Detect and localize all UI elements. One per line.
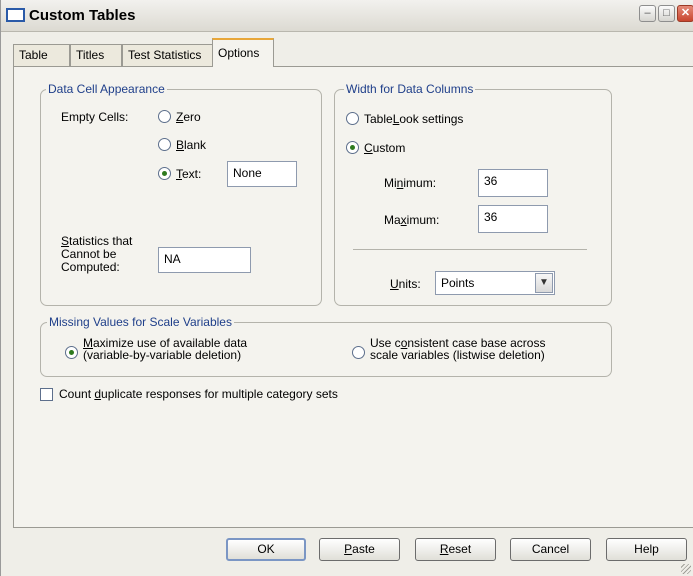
tab-test-statistics[interactable]: Test Statistics bbox=[122, 44, 214, 66]
count-duplicates-label[interactable]: Count duplicate responses for multiple c… bbox=[59, 387, 338, 401]
empty-cells-label: Empty Cells: bbox=[61, 110, 129, 124]
title-bar[interactable]: Custom Tables – □ ✕ bbox=[1, 0, 693, 32]
maximum-label: Maximum: bbox=[384, 213, 440, 227]
blank-radio[interactable] bbox=[158, 138, 171, 151]
options-panel: Data Cell Appearance Empty Cells: Zero B… bbox=[13, 66, 693, 528]
tab-options[interactable]: Options bbox=[212, 38, 274, 67]
statistics-not-computed-label: Statistics that Cannot be Computed: bbox=[61, 234, 133, 274]
reset-button[interactable]: Reset bbox=[415, 538, 496, 561]
missing-values-group: Missing Values for Scale Variables Maxim… bbox=[40, 315, 612, 377]
maximum-width-field[interactable]: 36 bbox=[478, 205, 548, 233]
statistics-not-computed-field[interactable]: NA bbox=[158, 247, 251, 273]
cancel-button[interactable]: Cancel bbox=[510, 538, 591, 561]
text-radio[interactable] bbox=[158, 167, 171, 180]
custom-width-label[interactable]: Custom bbox=[364, 141, 405, 155]
consistent-case-base-label[interactable]: Use consistent case base across scale va… bbox=[370, 337, 545, 361]
tablelook-settings-label[interactable]: TableLook settings bbox=[364, 112, 463, 126]
data-cell-appearance-group: Data Cell Appearance Empty Cells: Zero B… bbox=[40, 82, 322, 306]
ok-button[interactable]: OK bbox=[226, 538, 306, 561]
units-select[interactable]: Points ▼ bbox=[435, 271, 555, 295]
custom-width-radio[interactable] bbox=[346, 141, 359, 154]
resize-grip-icon[interactable] bbox=[681, 564, 691, 574]
consistent-case-base-radio[interactable] bbox=[352, 346, 365, 359]
missing-values-legend: Missing Values for Scale Variables bbox=[47, 315, 234, 329]
width-data-columns-group: Width for Data Columns TableLook setting… bbox=[334, 82, 612, 306]
maximize-data-radio[interactable] bbox=[65, 346, 78, 359]
close-icon[interactable]: ✕ bbox=[677, 5, 693, 22]
maximize-icon[interactable]: □ bbox=[658, 5, 675, 22]
window-icon bbox=[6, 8, 25, 22]
separator bbox=[353, 249, 587, 250]
text-radio-label[interactable]: Text: bbox=[176, 167, 201, 181]
width-data-columns-legend: Width for Data Columns bbox=[344, 82, 476, 96]
minimize-icon[interactable]: – bbox=[639, 5, 656, 22]
zero-radio-label[interactable]: Zero bbox=[176, 110, 201, 124]
empty-cell-text-field[interactable]: None bbox=[227, 161, 297, 187]
blank-radio-label[interactable]: Blank bbox=[176, 138, 206, 152]
tab-table[interactable]: Table bbox=[13, 44, 70, 66]
chevron-down-icon[interactable]: ▼ bbox=[535, 273, 553, 293]
minimum-width-field[interactable]: 36 bbox=[478, 169, 548, 197]
data-cell-appearance-legend: Data Cell Appearance bbox=[46, 82, 167, 96]
tab-titles[interactable]: Titles bbox=[70, 44, 122, 66]
window-title: Custom Tables bbox=[29, 7, 136, 24]
units-label: Units: bbox=[390, 277, 421, 291]
zero-radio[interactable] bbox=[158, 110, 171, 123]
custom-tables-dialog: Custom Tables – □ ✕ Table Titles Test St… bbox=[0, 0, 693, 576]
minimum-label: Minimum: bbox=[384, 176, 437, 190]
paste-button[interactable]: Paste bbox=[319, 538, 400, 561]
help-button[interactable]: Help bbox=[606, 538, 687, 561]
units-value: Points bbox=[441, 276, 475, 290]
maximize-data-label[interactable]: Maximize use of available data (variable… bbox=[83, 337, 247, 361]
count-duplicates-checkbox[interactable] bbox=[40, 388, 53, 401]
tablelook-settings-radio[interactable] bbox=[346, 112, 359, 125]
